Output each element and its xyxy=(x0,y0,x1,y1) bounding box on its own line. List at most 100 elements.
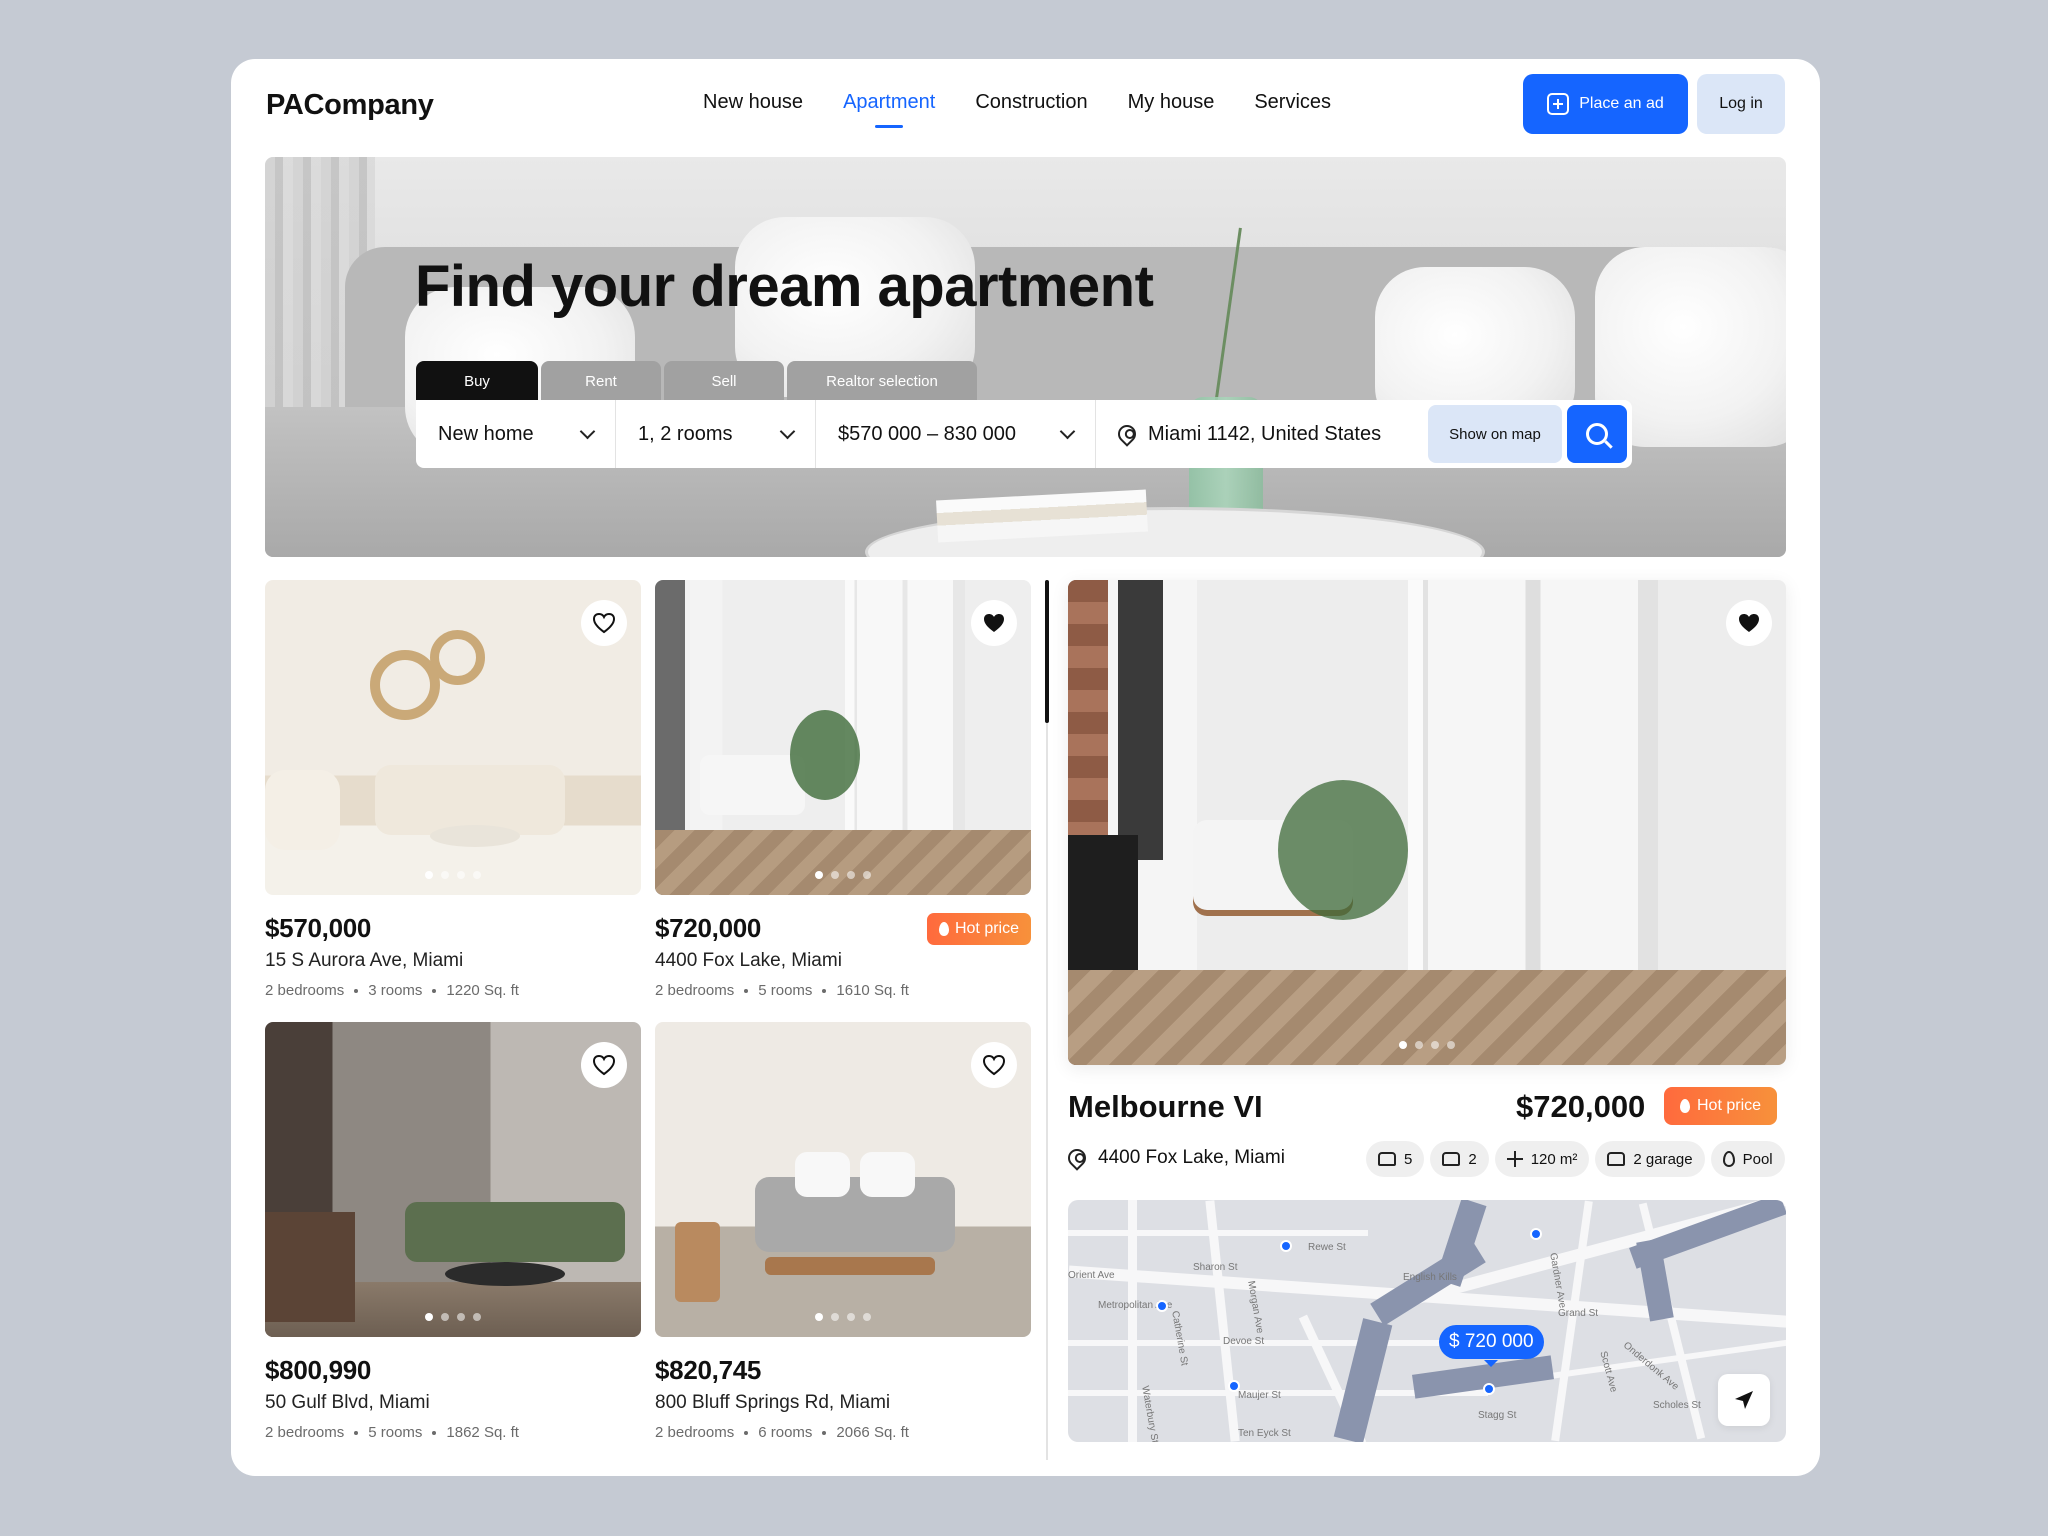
price-range-value: $570 000 – 830 000 xyxy=(838,422,1016,445)
map-marker[interactable] xyxy=(1530,1228,1542,1240)
listing-card[interactable]: $800,990 50 Gulf Blvd, Miami 2 bedrooms … xyxy=(265,1022,641,1441)
map-marker[interactable] xyxy=(1280,1240,1292,1252)
armchair-decoration xyxy=(265,770,340,850)
map-street-label: Grand St xyxy=(1558,1308,1599,1319)
app-window: PACompany New house Apartment Constructi… xyxy=(231,59,1820,1476)
map-price-pin[interactable]: $ 720 000 xyxy=(1439,1325,1544,1367)
nav-construction[interactable]: Construction xyxy=(975,91,1087,114)
detail-favorite-button[interactable] xyxy=(1726,600,1772,646)
map-road xyxy=(1068,1230,1368,1236)
tab-rent[interactable]: Rent xyxy=(541,361,661,401)
table-decoration xyxy=(765,1257,935,1275)
listing-card[interactable]: $570,000 15 S Aurora Ave, Miami 2 bedroo… xyxy=(265,580,641,999)
sofa-decoration xyxy=(755,1177,955,1252)
show-on-map-button[interactable]: Show on map xyxy=(1428,405,1562,463)
place-ad-label: Place an ad xyxy=(1579,95,1664,112)
listings-scrollbar-thumb[interactable] xyxy=(1045,580,1049,723)
map-street-label: Stagg St xyxy=(1478,1410,1517,1421)
place-ad-button[interactable]: Place an ad xyxy=(1523,74,1688,134)
listing-address: 50 Gulf Blvd, Miami xyxy=(265,1392,430,1413)
price-range-dropdown[interactable]: $570 000 – 830 000 xyxy=(816,400,1096,468)
listing-card[interactable]: $820,745 800 Bluff Springs Rd, Miami 2 b… xyxy=(655,1022,1031,1441)
favorite-button[interactable] xyxy=(581,600,627,646)
login-button[interactable]: Log in xyxy=(1697,74,1785,134)
chip-garage-value: 2 garage xyxy=(1633,1150,1693,1168)
nav-apartment[interactable]: Apartment xyxy=(843,91,935,128)
cushion-decoration xyxy=(860,1152,915,1197)
map-street-label: Scholes St xyxy=(1653,1400,1701,1411)
carousel-dots xyxy=(815,871,871,879)
listing-rooms: 6 rooms xyxy=(758,1424,813,1441)
detail-title: Melbourne VI xyxy=(1068,1089,1263,1124)
listing-area: 1220 Sq. ft xyxy=(446,982,519,999)
listing-address: 4400 Fox Lake, Miami xyxy=(655,950,842,971)
property-type-value: New home xyxy=(438,422,534,445)
main-nav: New house Apartment Construction My hous… xyxy=(703,91,1371,128)
nav-my-house[interactable]: My house xyxy=(1128,91,1215,114)
plant-decoration xyxy=(1278,780,1408,920)
water-drop-icon xyxy=(1722,1151,1735,1167)
listing-photo[interactable] xyxy=(265,1022,641,1337)
listing-photo[interactable] xyxy=(655,580,1031,895)
detail-hot-price-badge: Hot price xyxy=(1664,1087,1778,1125)
favorite-button[interactable] xyxy=(971,600,1017,646)
listing-price: $820,745 xyxy=(655,1355,762,1385)
tab-buy[interactable]: Buy xyxy=(416,361,538,401)
property-type-dropdown[interactable]: New home xyxy=(416,400,616,468)
search-icon xyxy=(1586,423,1608,445)
detail-address-text: 4400 Fox Lake, Miami xyxy=(1098,1147,1285,1168)
chip-baths: 2 xyxy=(1430,1141,1489,1177)
map-marker-selected[interactable] xyxy=(1483,1383,1495,1395)
carousel-dots xyxy=(1399,1041,1455,1049)
listing-photo[interactable] xyxy=(655,1022,1031,1337)
tab-sell[interactable]: Sell xyxy=(664,361,784,401)
chevron-down-icon xyxy=(1059,423,1076,439)
listing-address: 15 S Aurora Ave, Miami xyxy=(265,950,464,971)
area-icon xyxy=(1506,1151,1523,1167)
cushion-decoration xyxy=(795,1152,850,1197)
nav-new-house[interactable]: New house xyxy=(703,91,803,114)
map-street-label: Orient Ave xyxy=(1068,1270,1115,1281)
heart-filled-icon xyxy=(1739,614,1759,632)
locate-me-button[interactable] xyxy=(1718,1374,1770,1426)
feature-chips: 5 2 120 m² 2 garage Pool xyxy=(1366,1141,1785,1177)
map-road xyxy=(1205,1200,1240,1442)
location-value: Miami 1142, United States xyxy=(1148,422,1382,445)
map-view[interactable]: Metropolitan Ave Grand St Sharon St Devo… xyxy=(1068,1200,1786,1442)
map-marker[interactable] xyxy=(1156,1300,1168,1312)
listing-bedrooms: 2 bedrooms xyxy=(265,1424,345,1441)
floor-decoration xyxy=(1068,970,1786,1065)
detail-photo[interactable] xyxy=(1068,580,1786,1065)
car-icon xyxy=(1607,1152,1626,1166)
rooms-dropdown[interactable]: 1, 2 rooms xyxy=(616,400,816,468)
detail-address: 4400 Fox Lake, Miami xyxy=(1064,1145,1285,1171)
tab-realtor-selection[interactable]: Realtor selection xyxy=(787,361,977,401)
logo[interactable]: PACompany xyxy=(266,89,434,122)
listing-price: $570,000 xyxy=(265,913,372,943)
listing-bedrooms: 2 bedrooms xyxy=(265,982,345,999)
listing-meta: 2 bedrooms 5 rooms 1610 Sq. ft xyxy=(655,982,1031,999)
nav-services[interactable]: Services xyxy=(1254,91,1331,114)
search-bar: New home 1, 2 rooms $570 000 – 830 000 M… xyxy=(416,400,1632,468)
favorite-button[interactable] xyxy=(581,1042,627,1088)
carousel-dots xyxy=(425,871,481,879)
search-button[interactable] xyxy=(1567,405,1627,463)
favorite-button[interactable] xyxy=(971,1042,1017,1088)
listing-card[interactable]: Hot price $720,000 4400 Fox Lake, Miami … xyxy=(655,580,1031,999)
heart-outline-icon xyxy=(592,1054,616,1076)
window-frame-decoration xyxy=(1118,580,1163,860)
kitchen-island-decoration xyxy=(265,1212,355,1322)
location-input[interactable]: Miami 1142, United States xyxy=(1096,400,1428,468)
stool-decoration xyxy=(675,1222,720,1302)
map-street-label: Sharon St xyxy=(1193,1262,1238,1273)
listing-area: 1610 Sq. ft xyxy=(836,982,909,999)
hero-banner: Find your dream apartment Buy Rent Sell … xyxy=(265,157,1786,557)
heart-filled-icon xyxy=(984,614,1004,632)
floor-decoration xyxy=(655,830,1031,895)
chevron-down-icon xyxy=(579,423,596,439)
listing-photo[interactable] xyxy=(265,580,641,895)
map-street-label: English Kills xyxy=(1403,1272,1457,1283)
listing-area: 1862 Sq. ft xyxy=(446,1424,519,1441)
mirror-decoration xyxy=(430,630,485,685)
map-marker[interactable] xyxy=(1228,1380,1240,1392)
